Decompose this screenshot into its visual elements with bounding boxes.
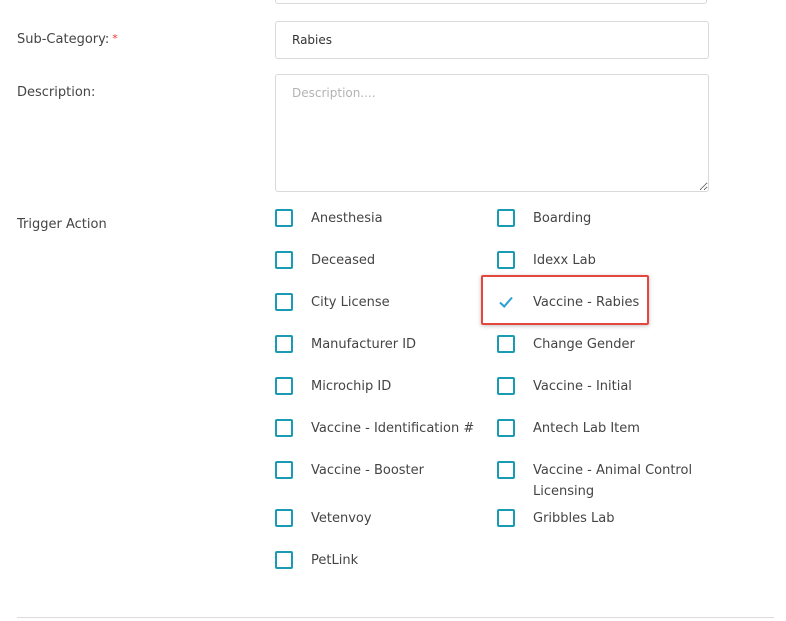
checkbox-box[interactable]: [497, 461, 515, 479]
checkbox-gribbles-lab[interactable]: Gribbles Lab: [497, 508, 615, 529]
checkbox-idexx-lab[interactable]: Idexx Lab: [497, 250, 596, 271]
previous-field-input[interactable]: [275, 0, 707, 4]
checkbox-box[interactable]: [497, 377, 515, 395]
checkbox-label: Boarding: [533, 211, 592, 226]
checkbox-label: Microchip ID: [311, 379, 392, 394]
checkbox-box[interactable]: [275, 335, 293, 353]
checkbox-label: Vaccine - Initial: [533, 379, 632, 394]
checkbox-manufacturer-id[interactable]: Manufacturer ID: [275, 334, 416, 355]
trigger-action-label: Trigger Action: [17, 217, 107, 232]
checkbox-box[interactable]: [497, 419, 515, 437]
checkbox-label: Vaccine - Booster: [311, 463, 424, 478]
checkbox-anesthesia[interactable]: Anesthesia: [275, 208, 383, 229]
checkbox-microchip-id[interactable]: Microchip ID: [275, 376, 391, 397]
subcategory-label: Sub-Category: *: [17, 32, 118, 47]
checkbox-label: Antech Lab Item: [533, 421, 640, 436]
checkbox-box[interactable]: [275, 461, 293, 479]
checkbox-city-license[interactable]: City License: [275, 292, 390, 313]
checkbox-vaccine-initial[interactable]: Vaccine - Initial: [497, 376, 632, 397]
checkbox-box[interactable]: [275, 377, 293, 395]
checkbox-box[interactable]: [275, 509, 293, 527]
checkbox-label: PetLink: [311, 553, 359, 568]
checkbox-label: Change Gender: [533, 337, 635, 352]
section-divider: [17, 617, 774, 618]
checkbox-vaccine-booster[interactable]: Vaccine - Booster: [275, 460, 424, 481]
checkbox-deceased[interactable]: Deceased: [275, 250, 375, 271]
required-asterisk: *: [112, 32, 118, 45]
checkbox-label: Gribbles Lab: [533, 511, 615, 526]
highlight-annotation: [481, 275, 649, 325]
checkbox-box[interactable]: [497, 335, 515, 353]
checkbox-change-gender[interactable]: Change Gender: [497, 334, 635, 355]
checkbox-antech-lab-item[interactable]: Antech Lab Item: [497, 418, 640, 439]
checkbox-box[interactable]: [275, 551, 293, 569]
checkbox-label: Vetenvoy: [311, 511, 372, 526]
checkbox-box[interactable]: [497, 509, 515, 527]
checkbox-label: City License: [311, 295, 390, 310]
checkbox-label: Anesthesia: [311, 211, 383, 226]
checkbox-vaccine-animal-control-licensing[interactable]: Vaccine - Animal Control Licensing: [497, 460, 697, 502]
checkbox-label: Manufacturer ID: [311, 337, 417, 352]
checkbox-box[interactable]: [275, 293, 293, 311]
checkbox-box[interactable]: [275, 419, 293, 437]
checkbox-vaccine-identification[interactable]: Vaccine - Identification #: [275, 418, 474, 439]
checkbox-box[interactable]: [275, 251, 293, 269]
checkbox-label: Idexx Lab: [533, 253, 596, 268]
checkbox-box[interactable]: [497, 209, 515, 227]
description-textarea[interactable]: [275, 74, 709, 192]
subcategory-input[interactable]: [275, 21, 709, 59]
checkbox-box[interactable]: [275, 209, 293, 227]
checkbox-box[interactable]: [497, 251, 515, 269]
checkbox-label: Deceased: [311, 253, 376, 268]
checkbox-petlink[interactable]: PetLink: [275, 550, 358, 571]
checkbox-boarding[interactable]: Boarding: [497, 208, 591, 229]
checkbox-label: Vaccine - Animal Control Licensing: [533, 463, 693, 499]
description-label: Description:: [17, 85, 96, 100]
checkbox-label: Vaccine - Identification #: [311, 421, 475, 436]
checkbox-vetenvoy[interactable]: Vetenvoy: [275, 508, 372, 529]
